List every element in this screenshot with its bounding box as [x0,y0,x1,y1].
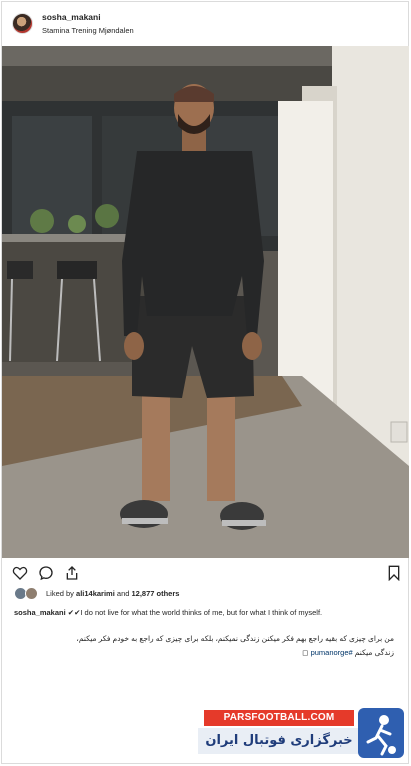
post-photo[interactable] [2,46,409,558]
hashtag-link[interactable]: #pumanorge [311,648,353,657]
caption-persian-line-1: من برای چیزی که بقیه راجع بهم فکر میکنن … [76,634,394,643]
post-header: sosha_makani Stamina Trening Mjøndalen [2,2,408,46]
likes-count[interactable]: 12,877 others [132,589,180,598]
caption-text: ✔✔I do not live for what the world think… [65,608,323,617]
likes-summary: Liked by ali14karimi and 12,877 others [14,587,394,601]
liker-username[interactable]: ali14karimi [76,589,115,598]
share-icon[interactable] [64,565,80,581]
liker-avatar[interactable] [25,587,38,600]
caption-end-glyph: ◻ [302,648,311,657]
caption-persian-line-2: زندگی میکنم #pumanorge ◻ [302,648,394,657]
bookmark-icon[interactable] [386,565,402,581]
likes-text: Liked by ali14karimi and 12,877 others [46,589,179,598]
parsfootball-watermark: PARSFOOTBALL.COM خبرگزاری فوتبال ایران [198,708,406,760]
watermark-tagline: خبرگزاری فوتبال ایران [198,728,360,754]
post-location[interactable]: Stamina Trening Mjøndalen [42,26,134,35]
caption-persian-text: زندگی میکنم [352,648,394,657]
likes-prefix: Liked by [46,589,77,598]
heart-icon[interactable] [12,565,28,581]
likes-and: and [114,589,132,598]
post-username[interactable]: sosha_makani [42,12,101,22]
instagram-post: sosha_makani Stamina Trening Mjøndalen L… [1,1,409,764]
caption-username[interactable]: sosha_makani [14,608,66,617]
caption: sosha_makani ✔✔I do not live for what th… [14,608,322,617]
avatar[interactable] [12,13,33,34]
comment-icon[interactable] [38,565,54,581]
watermark-logo-icon [358,708,404,758]
post-actions [2,561,408,585]
gym-photo-illustration [2,46,409,558]
watermark-site: PARSFOOTBALL.COM [204,710,354,726]
